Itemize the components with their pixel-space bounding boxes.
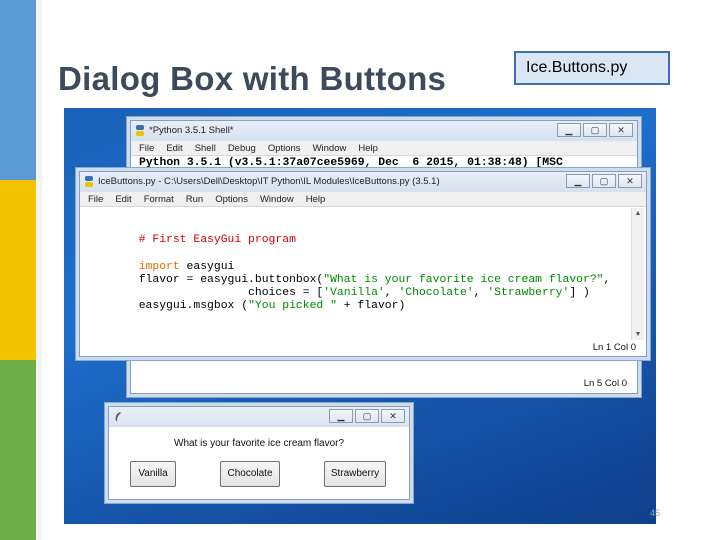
shell-menu-options[interactable]: Options	[268, 143, 301, 154]
page-number: 45	[650, 508, 661, 518]
shell-minimize-button[interactable]: ▁	[557, 123, 581, 137]
editor-menu-help[interactable]: Help	[306, 194, 326, 205]
code-string: 'Chocolate'	[398, 287, 474, 299]
shell-title: *Python 3.5.1 Shell*	[149, 125, 234, 136]
editor-menu-options[interactable]: Options	[215, 194, 248, 205]
shell-menu-file[interactable]: File	[139, 143, 154, 154]
code-string: 'Strawberry'	[487, 287, 570, 299]
code-line-5: easygui.msgbox ("You picked " + flavor)	[84, 287, 406, 326]
shell-status: Ln 5 Col 0	[583, 378, 627, 389]
shell-menubar: File Edit Shell Debug Options Window Hel…	[131, 141, 637, 156]
strawberry-button[interactable]: Strawberry	[324, 461, 386, 487]
shell-close-button[interactable]: ✕	[609, 123, 633, 137]
shell-menu-debug[interactable]: Debug	[228, 143, 256, 154]
scroll-up-icon[interactable]: ▲	[632, 208, 644, 219]
editor-menu-run[interactable]: Run	[186, 194, 203, 205]
editor-text-area[interactable]: # First EasyGui program import easygui f…	[84, 208, 630, 332]
scroll-down-icon[interactable]: ▼	[632, 329, 644, 340]
code-comment: # First EasyGui program	[138, 234, 296, 246]
accent-strip-green	[0, 360, 36, 540]
dialog-titlebar[interactable]: ▁ ▢ ✕	[109, 407, 409, 427]
chocolate-button[interactable]: Chocolate	[220, 461, 280, 487]
code-text: ,	[473, 287, 488, 299]
editor-menu-file[interactable]: File	[88, 194, 103, 205]
shell-menu-help[interactable]: Help	[358, 143, 378, 154]
editor-close-button[interactable]: ✕	[618, 174, 642, 188]
accent-strip-blue	[0, 0, 36, 180]
file-name-label: Ice.Buttons.py	[514, 51, 670, 85]
dialog-close-button[interactable]: ✕	[381, 409, 405, 423]
editor-minimize-button[interactable]: ▁	[566, 174, 590, 188]
dialog-maximize-button[interactable]: ▢	[355, 409, 379, 423]
editor-menu-window[interactable]: Window	[260, 194, 294, 205]
accent-strip-yellow	[0, 180, 36, 360]
shell-menu-shell[interactable]: Shell	[195, 143, 216, 154]
code-text: ,	[603, 274, 611, 286]
python-icon	[136, 125, 144, 136]
dialog-prompt: What is your favorite ice cream flavor?	[174, 438, 345, 449]
editor-title: IceButtons.py - C:\Users\Dell\Desktop\IT…	[98, 176, 440, 187]
editor-status: Ln 1 Col 0	[592, 342, 636, 353]
code-text: easygui.msgbox (	[138, 300, 249, 312]
dialog-minimize-button[interactable]: ▁	[329, 409, 353, 423]
shell-maximize-button[interactable]: ▢	[583, 123, 607, 137]
vanilla-button[interactable]: Vanilla	[130, 461, 176, 487]
editor-maximize-button[interactable]: ▢	[592, 174, 616, 188]
editor-titlebar[interactable]: IceButtons.py - C:\Users\Dell\Desktop\IT…	[80, 172, 646, 192]
strip-divider	[36, 0, 42, 540]
shell-menu-window[interactable]: Window	[313, 143, 347, 154]
desktop-screenshot: *Python 3.5.1 Shell* ▁ ▢ ✕ File Edit She…	[64, 108, 656, 524]
shell-menu-edit[interactable]: Edit	[166, 143, 182, 154]
slide-title: Dialog Box with Buttons	[58, 60, 447, 97]
editor-window[interactable]: IceButtons.py - C:\Users\Dell\Desktop\IT…	[79, 171, 647, 357]
shell-titlebar[interactable]: *Python 3.5.1 Shell* ▁ ▢ ✕	[131, 121, 637, 141]
editor-scrollbar[interactable]: ▲ ▼	[631, 208, 644, 340]
editor-menubar: File Edit Format Run Options Window Help	[80, 192, 646, 207]
editor-menu-edit[interactable]: Edit	[115, 194, 131, 205]
code-text: ] )	[569, 287, 590, 299]
feather-icon	[115, 412, 121, 421]
editor-menu-format[interactable]: Format	[144, 194, 174, 205]
shell-output-line: Python 3.5.1 (v3.5.1:37a07cee5969, Dec 6…	[139, 157, 563, 169]
code-string: "You picked "	[248, 300, 337, 312]
code-text: + flavor)	[336, 300, 406, 312]
python-file-icon	[85, 176, 93, 187]
